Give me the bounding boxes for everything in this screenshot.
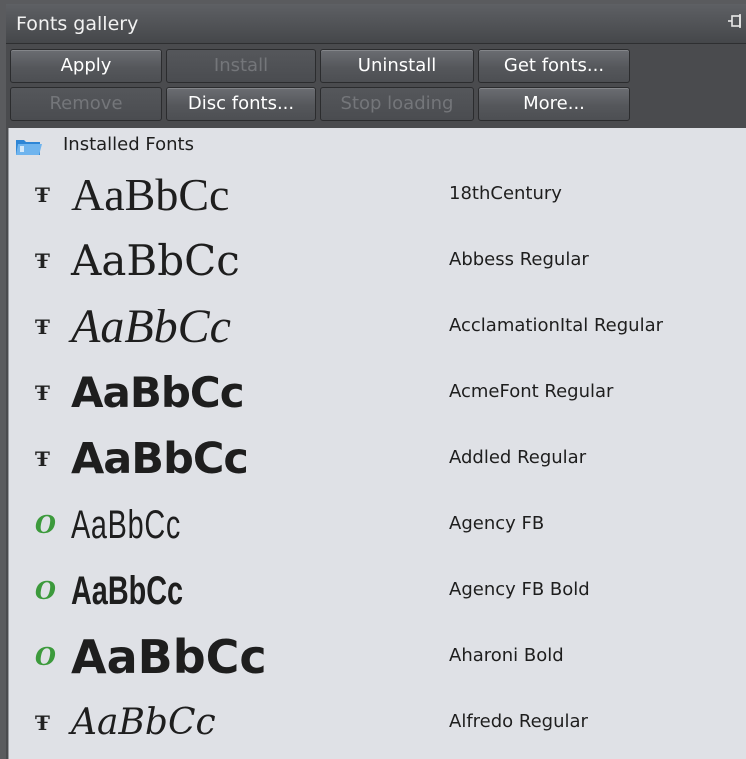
more-button[interactable]: More... [478, 87, 630, 121]
font-row-aharoni-bold[interactable]: O AaBbCc Aharoni Bold [9, 624, 746, 690]
disc-fonts-button[interactable]: Disc fonts... [166, 87, 316, 121]
uninstall-button[interactable]: Uninstall [320, 49, 474, 83]
stop-loading-button[interactable]: Stop loading [320, 87, 474, 121]
font-sample: AaBbCc [71, 702, 216, 743]
truetype-icon: Ŧ [35, 249, 50, 273]
install-button[interactable]: Install [166, 49, 316, 83]
truetype-icon: Ŧ [35, 183, 50, 207]
font-sample: AaBbCc [71, 434, 249, 484]
opentype-icon: O [35, 642, 56, 671]
font-row-abbess[interactable]: Ŧ AaBbCc Abbess Regular [9, 228, 746, 294]
font-sample: AaBbCc [71, 503, 181, 547]
folder-icon [15, 137, 43, 157]
font-name: Agency FB Bold [449, 579, 590, 600]
font-name: Agency FB [449, 513, 545, 534]
font-sample: AaBbCc [71, 169, 230, 220]
font-row-addled[interactable]: Ŧ AaBbCc Addled Regular [9, 426, 746, 492]
font-row-acmefont[interactable]: Ŧ AaBbCc AcmeFont Regular [9, 360, 746, 426]
font-name: Alfredo Regular [449, 711, 588, 732]
apply-button[interactable]: Apply [10, 49, 162, 83]
font-name: Abbess Regular [449, 249, 589, 270]
truetype-icon: Ŧ [35, 711, 50, 735]
truetype-icon: Ŧ [35, 381, 50, 405]
truetype-icon: Ŧ [35, 315, 50, 339]
font-sample: AaBbCc [71, 569, 184, 613]
font-name: AcclamationItal Regular [449, 315, 664, 336]
font-list[interactable]: Installed Fonts Ŧ AaBbCc 18thCentury Ŧ A… [8, 128, 746, 759]
pin-icon[interactable] [728, 12, 742, 32]
font-row-agency-fb[interactable]: O AaBbCc Agency FB [9, 492, 746, 558]
font-sample: AaBbCc [71, 300, 231, 353]
font-name: Aharoni Bold [449, 645, 564, 666]
opentype-icon: O [35, 576, 56, 605]
get-fonts-button[interactable]: Get fonts... [478, 49, 630, 83]
font-name: AcmeFont Regular [449, 381, 614, 402]
font-sample: AaBbCc [71, 236, 240, 285]
font-name: 18thCentury [449, 183, 562, 204]
opentype-icon: O [35, 510, 56, 539]
font-row-18thcentury[interactable]: Ŧ AaBbCc 18thCentury [9, 162, 746, 228]
panel-titlebar[interactable]: Fonts gallery [6, 4, 746, 44]
group-label: Installed Fonts [63, 134, 194, 155]
font-row-acclamationital[interactable]: Ŧ AaBbCc AcclamationItal Regular [9, 294, 746, 360]
font-sample: AaBbCc [71, 368, 245, 417]
font-row-agency-fb-bold[interactable]: O AaBbCc Agency FB Bold [9, 558, 746, 624]
font-name: Addled Regular [449, 447, 587, 468]
remove-button[interactable]: Remove [10, 87, 162, 121]
font-sample: AaBbCc [71, 630, 267, 684]
panel-title: Fonts gallery [16, 13, 139, 35]
font-row-alfredo[interactable]: Ŧ AaBbCc Alfredo Regular [9, 690, 746, 756]
truetype-icon: Ŧ [35, 447, 50, 471]
